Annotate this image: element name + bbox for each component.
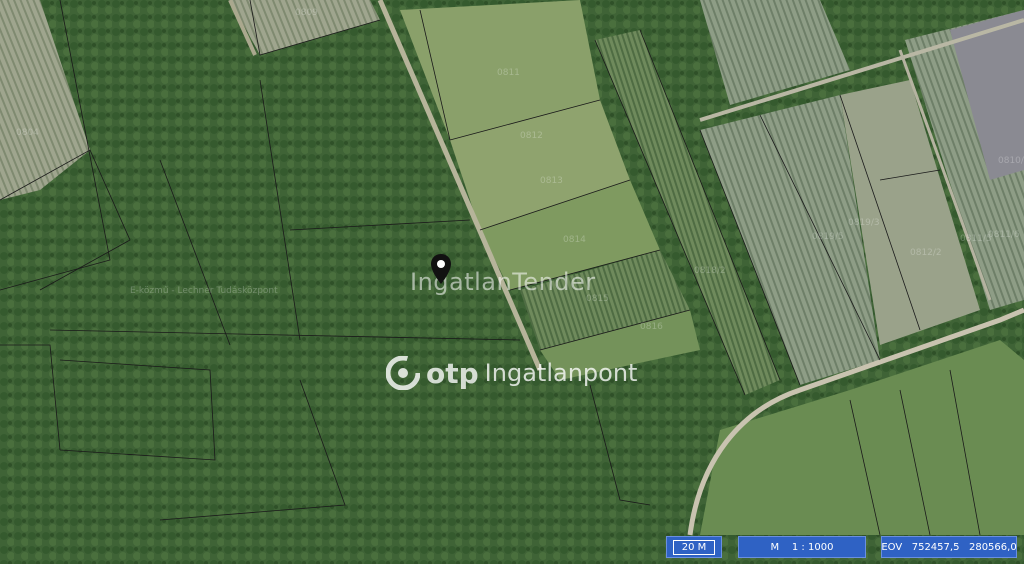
scale-ratio-indicator: M 1 : 1000	[738, 536, 866, 558]
coordinate-readout: EOV 752457,5 280566,0	[881, 536, 1017, 558]
parcel-label: 0818/2	[694, 266, 726, 276]
parcel-label: 0810/7	[998, 156, 1024, 166]
parcel-label: 0809	[295, 8, 318, 18]
location-pin-icon[interactable]	[430, 253, 452, 285]
parcel-label: 0804	[16, 128, 39, 138]
coordinate-label: EOV 752457,5 280566,0	[881, 541, 1017, 553]
otp-ingatlanpont-watermark: otp Ingatlanpont	[386, 356, 637, 390]
parcel-label: 0811	[497, 68, 520, 78]
parcel-label: 0811/6	[988, 230, 1020, 240]
parcel-label: 0812	[520, 131, 543, 141]
parcel-label: 0812/2	[910, 248, 942, 258]
parcel-label: 0816	[640, 322, 663, 332]
otp-logo-icon	[386, 356, 420, 390]
otp-brand-text: otp	[426, 356, 479, 390]
map-attribution: E-közmű - Lechner Tudásközpont	[130, 286, 278, 296]
parcel-label: 0814	[563, 235, 586, 245]
ingatlanpont-brand-text: Ingatlanpont	[484, 359, 638, 387]
parcel-label: 0813	[540, 176, 563, 186]
scale-label: 20 M	[672, 539, 716, 555]
parcel-label: 0819/3	[848, 218, 880, 228]
scale-indicator: 20 M	[666, 536, 722, 558]
parcel-label: 0819/5	[812, 232, 844, 242]
scale-ratio-label: M 1 : 1000	[770, 541, 834, 553]
parcel-label: 0811/5	[960, 234, 992, 244]
